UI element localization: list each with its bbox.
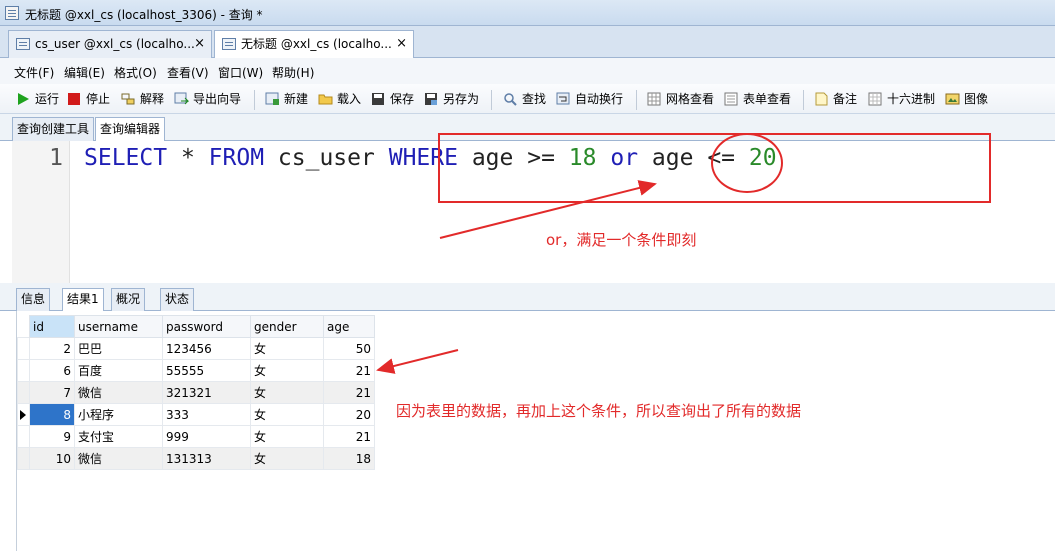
annotation-arrows <box>376 180 657 374</box>
annotation-data-note: 因为表里的数据，再加上这个条件，所以查询出了所有的数据 <box>396 402 802 420</box>
annotation-arrow-to-age <box>376 349 459 374</box>
annotation-or-note: or，满足一个条件即刻 <box>546 231 697 249</box>
